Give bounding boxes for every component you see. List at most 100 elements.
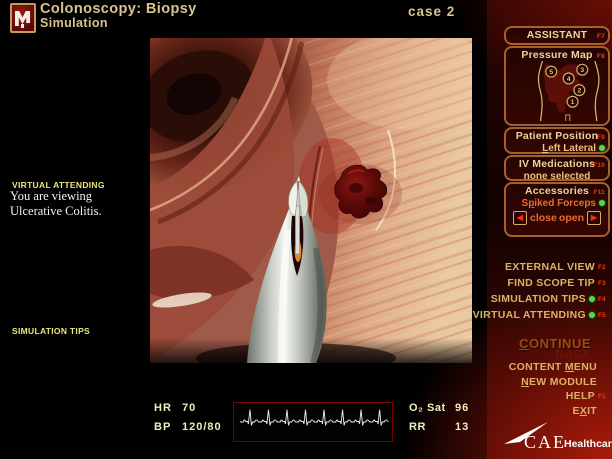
- pressure-map-title-row: Pressure Map F8: [509, 49, 605, 61]
- patient-position-label: Patient Position: [516, 130, 599, 142]
- accessory-name: Spiked Forceps: [522, 198, 596, 209]
- iv-medications-label: IV Medications: [519, 158, 595, 170]
- bp-value: 120/80: [182, 421, 222, 433]
- help-fkey: F1: [598, 393, 610, 400]
- external-view-label: EXTERNAL VIEW: [505, 261, 595, 273]
- new-module-rest: EW MODULE: [529, 376, 597, 388]
- new-module-key: N: [521, 376, 529, 388]
- open-label[interactable]: open: [559, 212, 584, 224]
- menu-item-virtual-attending[interactable]: VIRTUAL ATTENDING F5: [442, 307, 612, 323]
- simulation-tips-label: SIMULATION TIPS: [491, 293, 586, 305]
- pressure-map-label: Pressure Map: [521, 49, 592, 61]
- iv-medications-value: none selected: [509, 170, 605, 182]
- view-menu: EXTERNAL VIEW F2 FIND SCOPE TIP F3 SIMUL…: [442, 259, 612, 323]
- menu-item-simulation-tips[interactable]: SIMULATION TIPS F4: [442, 291, 612, 307]
- application-window: Colonoscopy: Biopsy Simulation case 2: [0, 0, 612, 459]
- rr-value: 13: [455, 421, 469, 433]
- pressure-point-2-label: 2: [577, 88, 581, 95]
- accessories-title-row: Accessories F11: [509, 185, 605, 197]
- external-view-fkey: F2: [598, 264, 610, 271]
- position-rest: eft Lateral: [548, 143, 596, 154]
- blood-clot[interactable]: [318, 164, 402, 224]
- abdomen-pressure-map: 5 3 4 2 1 Π: [509, 61, 609, 124]
- active-indicator-dot: [599, 145, 605, 151]
- attending-message: You are viewing Ulcerative Colitis.: [10, 189, 102, 219]
- assistant-fkey: F7: [597, 31, 605, 43]
- menu-item-external-view[interactable]: EXTERNAL VIEW F2: [442, 259, 612, 275]
- ecg-waveform: [234, 403, 392, 441]
- vitals-right: O₂ Sat 96 RR 13: [409, 398, 469, 436]
- pressure-point-3-label: 3: [580, 67, 584, 74]
- assistant-sidebar: ASSISTANT F7 Pressure Map F8 5 3 4: [504, 26, 610, 238]
- clot-body: [335, 165, 387, 218]
- content-menu-pre: CONTENT: [509, 361, 565, 373]
- title-line1: Colonoscopy: Biopsy: [40, 2, 197, 17]
- accessories-panel[interactable]: Accessories F11 Spiked Forceps ◀ close o…: [504, 182, 610, 237]
- menu-item-find-scope-tip[interactable]: FIND SCOPE TIP F3: [442, 275, 612, 291]
- patient-position-value[interactable]: Left Lateral: [509, 142, 605, 154]
- attending-line1: You are viewing: [10, 189, 102, 204]
- virtual-attending-label: VIRTUAL ATTENDING: [473, 309, 586, 321]
- o2sat-row: O₂ Sat 96: [409, 398, 469, 417]
- content-menu-key: M: [565, 361, 574, 373]
- iv-medications-panel[interactable]: IV Medications F10 none selected: [504, 155, 610, 181]
- hr-row: HR 70: [154, 398, 222, 417]
- rr-label: RR: [409, 421, 455, 433]
- clot-dark-spot2: [365, 197, 377, 205]
- attending-line2: Ulcerative Colitis.: [10, 204, 102, 219]
- continue-key-letter: C: [519, 336, 529, 351]
- assistant-title-row: ASSISTANT F7: [509, 29, 605, 41]
- clot-dark-spot: [349, 183, 363, 193]
- virtual-attending-active-dot: [589, 312, 595, 318]
- o2sat-value: 96: [455, 402, 469, 414]
- accessory-selected[interactable]: Spiked Forceps: [509, 197, 605, 209]
- accessories-fkey: F11: [594, 187, 605, 199]
- hr-label: HR: [154, 402, 182, 414]
- back-button-disabled: BACK: [555, 347, 592, 361]
- colon-glyph-icon: [12, 5, 34, 31]
- cae-brand: CAE: [524, 432, 566, 453]
- new-module-label: NEW MODULE: [521, 376, 597, 388]
- iv-medications-fkey: F10: [593, 160, 605, 172]
- pressure-map-panel[interactable]: Pressure Map F8 5 3 4 2 1: [504, 46, 610, 126]
- bp-label: BP: [154, 421, 182, 433]
- app-logo-icon: [10, 3, 36, 33]
- cae-brand-suffix: Healthcare: [564, 438, 612, 450]
- assistant-label: ASSISTANT: [527, 29, 588, 41]
- pressure-point-4-label: 4: [567, 76, 571, 83]
- menu-item-new-module[interactable]: NEW MODULE: [442, 375, 612, 390]
- close-label[interactable]: close: [530, 212, 557, 224]
- ecg-monitor: [233, 402, 393, 442]
- close-control: ◀ close: [513, 211, 557, 225]
- pressure-point-1-label: 1: [571, 99, 575, 106]
- accessory-active-dot: [599, 200, 605, 206]
- rr-row: RR 13: [409, 417, 469, 436]
- forceps-shaft2: [296, 206, 300, 254]
- simulation-tips-fkey: F4: [598, 296, 610, 303]
- open-arrow-button[interactable]: ▶: [587, 211, 601, 225]
- exit-label: EXIT: [572, 405, 597, 417]
- assistant-panel[interactable]: ASSISTANT F7: [504, 26, 610, 45]
- exit-pre: E: [572, 405, 579, 417]
- content-menu-label: CONTENT MENU: [509, 361, 597, 373]
- case-label: case 2: [408, 4, 455, 19]
- simulation-tips-active-dot: [589, 296, 595, 302]
- page-title: Colonoscopy: Biopsy Simulation: [40, 2, 197, 30]
- iv-medications-title-row: IV Medications F10: [509, 158, 605, 170]
- bp-row: BP 120/80: [154, 417, 222, 436]
- open-control: open ▶: [559, 211, 601, 225]
- virtual-attending-fkey: F5: [598, 312, 610, 319]
- patient-position-panel[interactable]: Patient Position F9 Left Lateral: [504, 127, 610, 154]
- body-outline-right: [595, 61, 599, 121]
- simulation-tips-heading: SIMULATION TIPS: [12, 326, 90, 336]
- patient-position-fkey: F9: [597, 132, 605, 144]
- hr-value: 70: [182, 402, 196, 414]
- cae-healthcare-logo: CAE Healthcare: [504, 421, 608, 453]
- endoscope-3d-view[interactable]: [150, 38, 472, 363]
- menu-item-content-menu[interactable]: CONTENT MENU: [442, 360, 612, 375]
- colon-scene: [150, 38, 472, 363]
- accessories-label: Accessories: [525, 185, 589, 197]
- o2sat-label: O₂ Sat: [409, 402, 455, 414]
- close-arrow-button[interactable]: ◀: [513, 211, 527, 225]
- exit-rest: IT: [587, 405, 597, 417]
